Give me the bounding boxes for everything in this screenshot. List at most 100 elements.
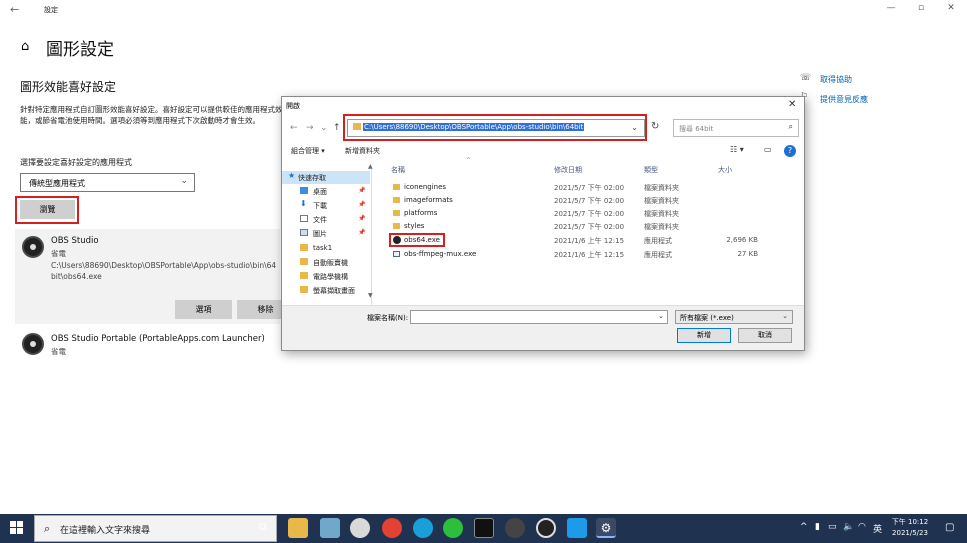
obs-app-icon[interactable] (536, 518, 556, 538)
nav-item-folder[interactable]: task1 (282, 242, 370, 255)
filetype-select[interactable]: 所有檔案 (*.exe) ⌄ (675, 310, 793, 324)
address-bar[interactable]: C:\Users\88690\Desktop\OBSPortable\App\o… (347, 119, 645, 137)
file-row[interactable]: imageformats 2021/5/7 下午 02:00 檔案資料夾 (386, 194, 776, 207)
nav-item-downloads[interactable]: ⬇ 下載 📌 (282, 199, 370, 212)
nav-label: 桌面 (313, 188, 327, 196)
nav-item-desktop[interactable]: 桌面 📌 (282, 185, 370, 198)
chevron-down-icon[interactable]: ⌄ (658, 312, 664, 320)
file-size: 2,696 KB (726, 236, 758, 244)
minimize-icon[interactable]: — (876, 3, 906, 19)
filename-label: 檔案名稱(N): (367, 314, 409, 322)
wifi-icon[interactable]: ◠ (858, 522, 866, 532)
close-icon[interactable]: ✕ (788, 99, 796, 110)
obs-app-icon (22, 333, 44, 355)
nav-label: 螢幕擷取畫面 (313, 287, 355, 295)
column-header-type[interactable]: 類型 (644, 165, 658, 175)
nav-item-quick-access[interactable]: ★ 快速存取 (282, 171, 370, 184)
k-app-icon[interactable] (567, 518, 587, 538)
sphere-app-icon[interactable] (505, 518, 525, 538)
scroll-down-icon[interactable]: ▼ (368, 292, 373, 299)
notification-icon[interactable]: ▢ (945, 522, 954, 533)
column-header-date[interactable]: 修改日期 (554, 165, 582, 175)
back-arrow-icon[interactable]: ← (290, 123, 298, 133)
file-explorer-icon[interactable] (288, 518, 308, 538)
filetype-value: 所有檔案 (*.exe) (680, 314, 734, 322)
help-icon[interactable]: ? (784, 145, 796, 157)
preview-pane-icon[interactable]: ▭ (764, 145, 772, 154)
get-help-link[interactable]: 取得協助 (820, 74, 852, 85)
pin-icon: 📌 (358, 215, 366, 222)
nav-label: 下載 (313, 202, 327, 210)
paint-app-icon[interactable] (350, 518, 370, 538)
forward-arrow-icon[interactable]: → (306, 123, 314, 133)
taskbar-search-input[interactable]: ⌕ 在這裡輸入文字來搜尋 (34, 515, 277, 542)
chrome-icon[interactable] (382, 518, 402, 538)
speaker-icon[interactable]: 🔈 (843, 522, 854, 532)
help-chat-icon: ☏ (800, 73, 812, 83)
filename-input[interactable]: ⌄ (410, 310, 668, 324)
nav-item-documents[interactable]: 文件 📌 (282, 213, 370, 226)
folder-icon (300, 258, 308, 265)
dialog-toolbar: 組合管理 ▾ 新增資料夾 ☷ ▾ ▭ (282, 143, 804, 161)
sort-ascending-icon: ^ (466, 157, 472, 164)
clock[interactable]: 下午 10:12 2021/5/23 (885, 517, 935, 539)
nav-item-folder[interactable]: 自動販賣機 (282, 256, 370, 269)
pin-icon: 📌 (358, 187, 366, 194)
file-row[interactable]: styles 2021/5/7 下午 02:00 檔案資料夾 (386, 220, 776, 233)
windows-start-icon[interactable] (10, 521, 24, 535)
file-row[interactable]: iconengines 2021/5/7 下午 02:00 檔案資料夾 (386, 181, 776, 194)
file-type: 應用程式 (644, 237, 672, 245)
file-row[interactable]: obs-ffmpeg-mux.exe 2021/1/6 上午 12:15 應用程… (386, 248, 776, 261)
scroll-up-icon[interactable]: ▲ (368, 163, 373, 170)
app-list-item[interactable]: OBS Studio Portable (PortableApps.com La… (15, 329, 280, 359)
app-list-item-selected[interactable]: OBS Studio 省電 C:\Users\88690\Desktop\OBS… (15, 229, 294, 324)
app-path: C:\Users\88690\Desktop\OBSPortable\App\o… (51, 261, 277, 281)
nav-item-folder[interactable]: 電路學機構 (282, 270, 370, 283)
back-arrow-icon[interactable]: ← (10, 3, 28, 19)
edge-icon[interactable] (413, 518, 433, 538)
nav-item-pictures[interactable]: 圖片 📌 (282, 227, 370, 240)
monitor-icon[interactable]: ▭ (828, 522, 837, 532)
file-size: 27 KB (737, 250, 758, 258)
usb-icon[interactable]: ▮ (815, 522, 820, 532)
star-icon: ★ (288, 171, 296, 180)
cancel-button[interactable]: 取消 (738, 328, 792, 343)
new-folder-button[interactable]: 新增資料夾 (345, 146, 380, 156)
taskbar: ⌕ 在這裡輸入文字來搜尋 ⧉ ⚙ ^ ▮ ▭ 🔈 ◠ 英 下午 10:12 20… (0, 514, 967, 543)
column-header-name[interactable]: 名稱 (391, 165, 405, 175)
app-type-dropdown[interactable]: 傳統型應用程式 ⌄ (20, 173, 195, 192)
terminal-icon[interactable] (474, 518, 494, 538)
tray-overflow-icon[interactable]: ^ (800, 522, 808, 532)
file-row-obs64[interactable]: obs64.exe 2021/1/6 上午 12:15 應用程式 2,696 K… (386, 234, 776, 247)
ime-indicator[interactable]: 英 (873, 522, 882, 535)
notes-app-icon[interactable] (320, 518, 340, 538)
nav-item-folder[interactable]: 螢幕擷取畫面 (282, 284, 370, 297)
settings-gear-icon[interactable]: ⚙ (596, 518, 616, 538)
up-arrow-icon[interactable]: ↑ (333, 123, 341, 133)
organize-button[interactable]: 組合管理 ▾ (291, 146, 325, 156)
home-icon: ⌂ (21, 39, 30, 54)
options-button[interactable]: 選項 (175, 300, 232, 319)
add-button[interactable]: 新增 (677, 328, 731, 343)
clock-date: 2021/5/23 (892, 529, 928, 537)
task-view-icon[interactable]: ⧉ (259, 520, 267, 534)
address-path: C:\Users\88690\Desktop\OBSPortable\App\o… (363, 123, 585, 131)
line-app-icon[interactable] (443, 518, 463, 538)
file-type: 檔案資料夾 (644, 197, 679, 205)
close-icon[interactable]: ✕ (936, 3, 966, 19)
chevron-down-icon[interactable]: ⌄ (631, 123, 638, 132)
app-name: OBS Studio (51, 236, 99, 246)
view-options-icon[interactable]: ☷ ▾ (730, 145, 744, 154)
search-input[interactable]: 搜尋 64bit ⌕ (673, 119, 799, 137)
maximize-icon[interactable]: ▫ (906, 3, 936, 19)
column-header-size[interactable]: 大小 (718, 165, 732, 175)
refresh-icon[interactable]: ↻ (651, 121, 665, 137)
open-file-dialog: 開啟 ✕ ← → ⌄ ↑ C:\Users\88690\Desktop\OBSP… (281, 96, 805, 351)
file-row[interactable]: platforms 2021/5/7 下午 02:00 檔案資料夾 (386, 207, 776, 220)
browse-button[interactable]: 瀏覽 (20, 200, 75, 219)
feedback-link[interactable]: 提供意見反應 (820, 94, 868, 105)
search-icon: ⌕ (44, 522, 51, 535)
nav-label: 快速存取 (298, 174, 326, 182)
recent-chevron-icon[interactable]: ⌄ (320, 123, 328, 133)
file-type: 檔案資料夾 (644, 210, 679, 218)
